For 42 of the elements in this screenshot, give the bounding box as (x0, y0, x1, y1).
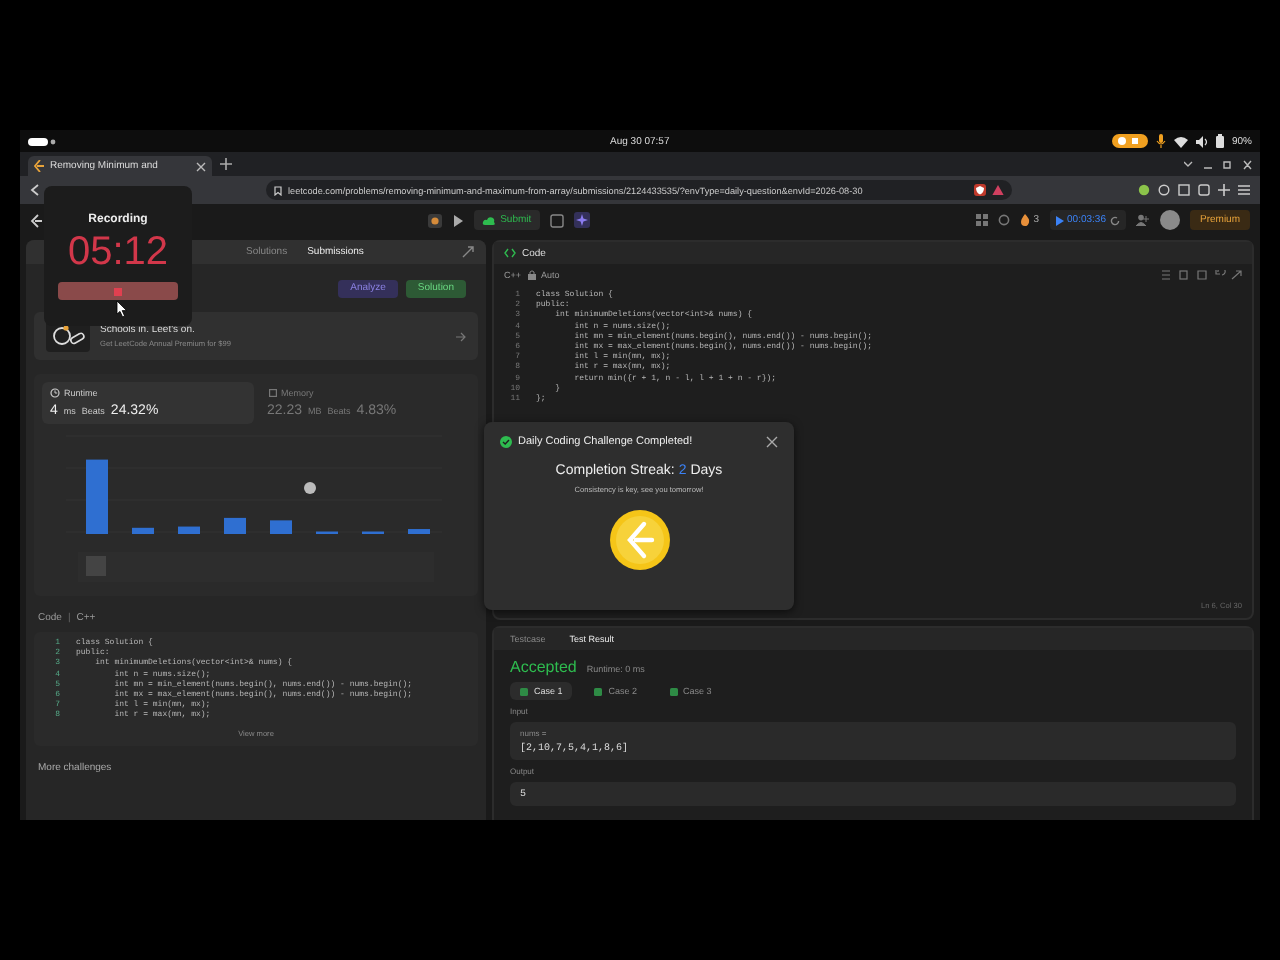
coin-icon (609, 510, 669, 570)
check-icon (520, 687, 528, 695)
play-icon (1055, 215, 1064, 225)
site-favicon (34, 160, 44, 172)
check-circle-icon (500, 436, 512, 448)
notes-icon[interactable] (549, 213, 564, 227)
stop-icon (114, 287, 122, 295)
arrow-right-icon (456, 331, 466, 341)
add-user-icon[interactable] (1136, 214, 1150, 226)
avatar-icon[interactable] (1160, 210, 1180, 230)
settings-icon[interactable] (997, 214, 1010, 226)
workspace-indicator-icon[interactable] (28, 137, 56, 145)
expand-icon[interactable] (462, 246, 474, 258)
bookmark-icon[interactable] (274, 185, 282, 195)
reset-icon[interactable] (1110, 215, 1120, 225)
close-icon[interactable] (766, 436, 778, 448)
clock-icon (50, 388, 60, 398)
lock-icon (527, 269, 536, 279)
sparkle-icon[interactable] (573, 212, 590, 228)
chip-icon (267, 388, 277, 398)
check-icon (669, 687, 678, 695)
window-controls-icon[interactable] (1184, 159, 1252, 169)
fire-icon (1019, 214, 1030, 226)
warning-icon[interactable] (992, 184, 1004, 196)
recording-indicator-icon[interactable] (1111, 134, 1148, 148)
extension-icons[interactable] (1138, 184, 1250, 196)
mouse-pointer-icon (116, 300, 128, 318)
cloud-upload-icon (482, 215, 497, 225)
volume-icon[interactable] (1195, 135, 1208, 147)
wifi-icon[interactable] (1173, 135, 1188, 147)
check-icon (594, 687, 603, 695)
new-tab-icon[interactable] (220, 158, 232, 170)
recording-timer: 05:12 (67, 230, 169, 274)
editor-tool-icons[interactable] (1162, 269, 1242, 279)
battery-icon[interactable] (1215, 134, 1224, 148)
microphone-icon[interactable] (1155, 134, 1166, 148)
shield-icon[interactable] (974, 184, 986, 196)
code-icon (504, 248, 516, 258)
close-icon[interactable] (196, 161, 206, 171)
play-icon[interactable] (452, 213, 465, 227)
result-status: Accepted (510, 658, 577, 676)
grid-icon[interactable] (975, 214, 988, 226)
